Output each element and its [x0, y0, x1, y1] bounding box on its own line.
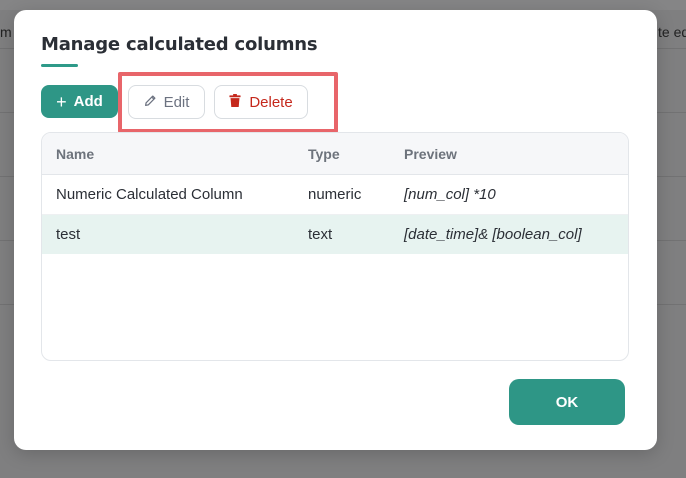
row-preview: [date_time]& [boolean_col] — [404, 226, 582, 243]
annotation-highlight-box — [118, 72, 338, 133]
row-name: Numeric Calculated Column — [56, 186, 243, 203]
column-header-preview[interactable]: Preview — [404, 133, 457, 174]
add-button[interactable]: + Add — [41, 85, 118, 118]
manage-calculated-columns-dialog: Manage calculated columns + Add Edit Del… — [14, 10, 657, 450]
background-app-strip — [0, 0, 686, 10]
column-header-name[interactable]: Name — [56, 133, 94, 174]
calculated-columns-table: Name Type Preview Numeric Calculated Col… — [41, 132, 629, 361]
dialog-title: Manage calculated columns — [41, 34, 318, 55]
title-underline — [41, 64, 78, 67]
table-header: Name Type Preview — [42, 133, 628, 175]
table-row-selected[interactable]: test text [date_time]& [boolean_col] — [42, 215, 628, 254]
add-button-label: Add — [73, 93, 103, 110]
plus-icon: + — [56, 91, 67, 112]
table-row[interactable]: Numeric Calculated Column numeric [num_c… — [42, 175, 628, 215]
column-header-type[interactable]: Type — [308, 133, 340, 174]
background-column-header: te ed — [658, 24, 686, 40]
ok-button[interactable]: OK — [509, 379, 625, 425]
row-name: test — [56, 226, 81, 243]
background-column-header: m — [0, 24, 12, 40]
row-type: text — [308, 226, 333, 243]
row-type: numeric — [308, 186, 362, 203]
row-preview: [num_col] *10 — [404, 186, 496, 203]
